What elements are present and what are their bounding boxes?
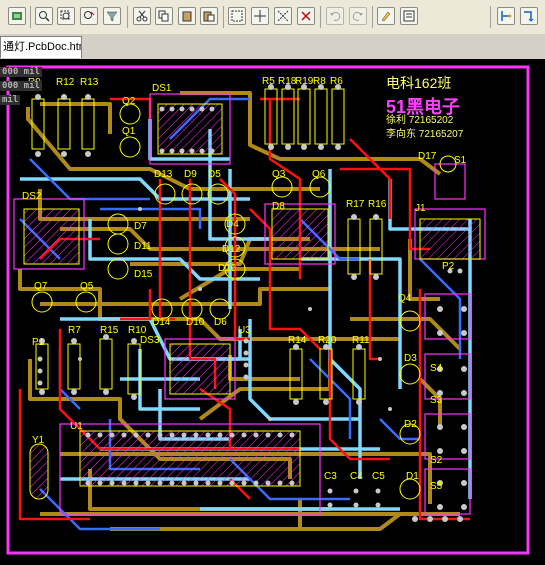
label-d14: D14	[152, 317, 171, 328]
document-tab-bar: 通灯.PcbDoc.htm	[0, 34, 545, 59]
label-r17: R17	[346, 199, 365, 210]
label-p2: P2	[442, 261, 455, 272]
label-d11: D11	[134, 241, 152, 252]
filter-icon[interactable]	[103, 7, 121, 25]
label-s2: S2	[430, 455, 443, 466]
paste-special-icon[interactable]	[200, 7, 218, 25]
label-p1: P1	[32, 337, 45, 348]
coord-readout-y: 000 mil	[0, 81, 42, 91]
label-r11: R11	[352, 335, 370, 346]
label-r15: R15	[100, 325, 119, 336]
board-id-line1: 徐利 72165202	[386, 115, 454, 126]
label-r8: R8	[313, 76, 326, 87]
zoom-select-icon[interactable]	[80, 7, 98, 25]
label-d8: D8	[272, 201, 285, 212]
label-s4: S4	[430, 363, 443, 374]
label-s3: S3	[430, 395, 443, 406]
cut-icon[interactable]	[133, 7, 151, 25]
label-d4: D4	[226, 219, 239, 230]
highlight-icon[interactable]	[377, 7, 395, 25]
redo-icon[interactable]	[349, 7, 367, 25]
copy-icon[interactable]	[155, 7, 173, 25]
label-r19: R19	[295, 76, 314, 87]
inspector-icon[interactable]	[400, 7, 418, 25]
label-d7: D7	[134, 221, 147, 232]
label-j1: J1	[415, 203, 426, 214]
label-s5: S5	[430, 481, 443, 492]
label-r18: R18	[278, 76, 297, 87]
coord-readout-unit: mil	[0, 95, 21, 105]
label-r12: R12	[56, 77, 75, 88]
label-u3: U3	[238, 325, 251, 336]
label-d13: D13	[154, 169, 173, 180]
label-s1: S1	[454, 155, 467, 166]
label-ds1: DS1	[152, 83, 172, 94]
label-d17: D17	[418, 151, 437, 162]
label-r16: R16	[368, 199, 387, 210]
undo-icon[interactable]	[326, 7, 344, 25]
coord-readout-x: 000 mil	[0, 67, 42, 77]
label-r13: R13	[80, 77, 99, 88]
label-r20: R20	[318, 335, 337, 346]
label-d2: D2	[404, 419, 417, 430]
label-r7: R7	[68, 325, 81, 336]
tab-pcbdoc[interactable]: 通灯.PcbDoc.htm	[0, 36, 82, 58]
label-q6: Q6	[312, 169, 326, 180]
board-icon[interactable]	[8, 7, 26, 25]
clear-icon[interactable]	[297, 7, 315, 25]
board-title: 电科162班	[386, 75, 452, 91]
label-d3: D3	[404, 353, 417, 364]
label-q2: Q2	[122, 96, 136, 107]
pcb-canvas[interactable]: R9 R12 R13 DS1 Q2 Q1 R5 R18 R19 R8 R6 D1…	[0, 59, 545, 565]
deselect-icon[interactable]	[274, 7, 292, 25]
label-d10: D10	[186, 317, 205, 328]
label-y1: Y1	[32, 435, 45, 446]
board-id-line2: 李向东 72165207	[386, 129, 464, 140]
label-ds2: DS2	[22, 191, 42, 202]
move-icon[interactable]	[251, 7, 269, 25]
zoom-area-icon[interactable]	[57, 7, 75, 25]
label-q1: Q1	[122, 126, 136, 137]
label-d6: D6	[214, 317, 227, 328]
label-u1: U1	[70, 421, 83, 432]
label-c3: C3	[324, 471, 337, 482]
label-c4: C4	[350, 471, 363, 482]
label-q4: Q4	[398, 293, 412, 304]
label-r14: R14	[288, 335, 307, 346]
label-d16: D16	[218, 263, 237, 274]
place-icon[interactable]	[497, 7, 515, 25]
toolbar	[0, 0, 545, 35]
route-icon[interactable]	[520, 7, 538, 25]
label-c5: C5	[372, 471, 385, 482]
label-r6: R6	[330, 76, 343, 87]
label-q7: Q7	[34, 281, 48, 292]
label-d5: D5	[208, 169, 221, 180]
paste-icon[interactable]	[178, 7, 196, 25]
label-d15: D15	[134, 269, 153, 280]
label-d9: D9	[184, 169, 197, 180]
label-q5: Q5	[80, 281, 94, 292]
label-ds3: DS3	[140, 335, 160, 346]
label-r5: R5	[262, 76, 275, 87]
label-q3: Q3	[272, 169, 286, 180]
label-d1: D1	[406, 471, 419, 482]
zoom-fit-icon[interactable]	[35, 7, 53, 25]
label-d12: D12	[222, 244, 241, 255]
select-rect-icon[interactable]	[228, 7, 246, 25]
